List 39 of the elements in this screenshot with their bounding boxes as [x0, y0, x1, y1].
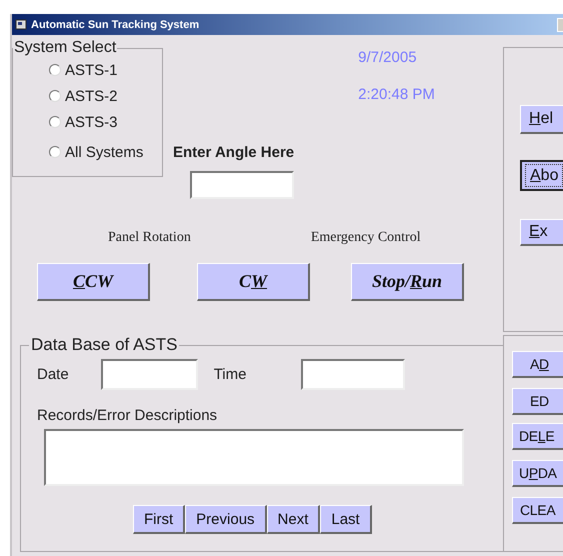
radio-button[interactable]: [49, 116, 61, 128]
records-label: Records/Error Descriptions: [37, 407, 218, 424]
record-button[interactable]: CLEA: [512, 497, 563, 524]
stop-run-button[interactable]: Stop/Run: [351, 263, 464, 301]
record-button[interactable]: ED: [512, 388, 563, 415]
radio-option[interactable]: ASTS-3: [49, 109, 162, 135]
time-label: Time: [214, 366, 246, 383]
date-text: 9/7/2005: [358, 49, 418, 66]
records-textarea[interactable]: [44, 429, 464, 486]
app-icon: [15, 19, 27, 30]
radio-option[interactable]: All Systems: [49, 139, 162, 165]
radio-button[interactable]: [49, 64, 61, 76]
angle-label: Enter Angle Here: [173, 144, 294, 161]
panel-rotation-label: Panel Rotation: [108, 230, 191, 246]
side-button[interactable]: Hel: [520, 105, 563, 134]
radio-option[interactable]: ASTS-1: [49, 57, 162, 83]
time-input[interactable]: [301, 359, 406, 390]
navigation-button[interactable]: Last: [320, 505, 372, 534]
date-label: Date: [37, 366, 69, 383]
time-text: 2:20:48 PM: [358, 86, 435, 103]
date-input[interactable]: [100, 359, 198, 390]
radio-button[interactable]: [49, 146, 61, 158]
side-button[interactable]: Ex: [520, 219, 563, 246]
navigation-button[interactable]: Next: [266, 505, 320, 534]
radio-button[interactable]: [49, 90, 61, 102]
group-title: Data Base of ASTS: [30, 335, 178, 355]
record-button[interactable]: DELE: [512, 423, 563, 450]
navigation-button[interactable]: First: [133, 505, 186, 534]
radio-option[interactable]: ASTS-2: [49, 83, 162, 109]
record-button[interactable]: UPDA: [512, 460, 563, 487]
emergency-control-label: Emergency Control: [310, 230, 421, 246]
window-title: Automatic Sun Tracking System: [31, 18, 200, 30]
record-button[interactable]: AD: [512, 351, 563, 378]
navigation-button[interactable]: Previous: [185, 505, 267, 534]
cw-button[interactable]: CW: [197, 263, 310, 301]
group-title: System Select: [13, 39, 118, 57]
side-button[interactable]: Abo: [520, 160, 563, 191]
ccw-button[interactable]: CCW: [37, 263, 150, 301]
angle-input[interactable]: [190, 171, 294, 199]
